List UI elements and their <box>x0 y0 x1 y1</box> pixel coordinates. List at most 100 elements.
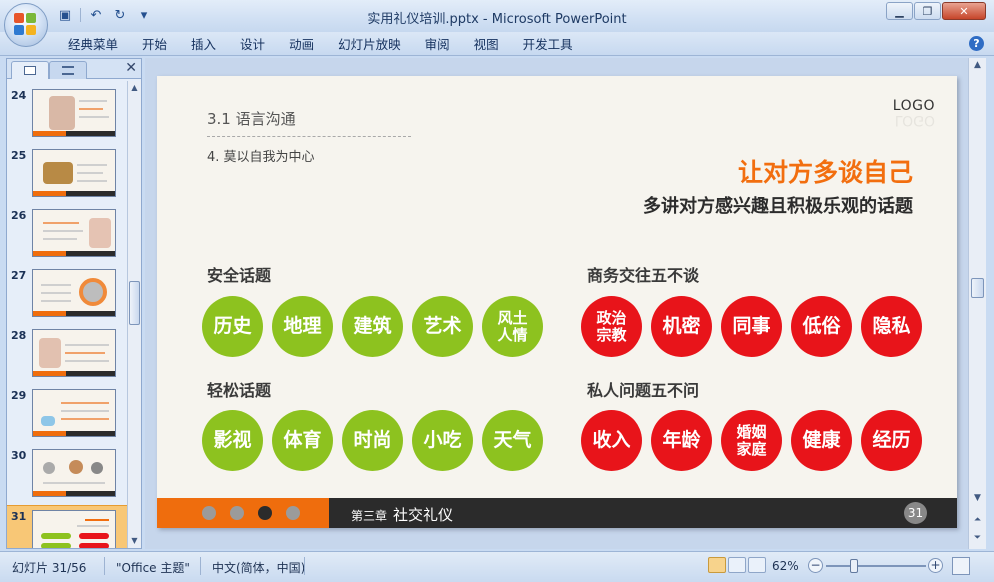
slide-scroll-thumb[interactable] <box>971 278 984 298</box>
thumbnail-number: 25 <box>11 149 27 162</box>
slide-sorter-view-icon[interactable] <box>728 557 746 573</box>
ribbon-tabs: 经典菜单 开始 插入 设计 动画 幻灯片放映 审阅 视图 开发工具 <box>56 36 585 54</box>
tab-design[interactable]: 设计 <box>228 36 277 54</box>
slide-scrollbar[interactable]: ▲ ▼ ⏶ ⏷ <box>968 58 986 549</box>
topic-circle[interactable]: 小吃 <box>412 410 473 471</box>
slides-panel: ✕ 24 25 26 27 28 29 30 31 ▲ ▼ <box>6 58 142 549</box>
scroll-up-arrow-icon[interactable]: ▲ <box>128 81 141 95</box>
tab-view[interactable]: 视图 <box>462 36 511 54</box>
tab-slide-show[interactable]: 幻灯片放映 <box>326 36 413 54</box>
zoom-slider-thumb[interactable] <box>850 559 858 573</box>
tab-classic-menu[interactable]: 经典菜单 <box>56 36 130 54</box>
previous-slide-icon[interactable]: ⏶ <box>969 513 986 527</box>
normal-view-icon[interactable] <box>708 557 726 573</box>
topic-circle[interactable]: 低俗 <box>791 296 852 357</box>
slide-thumbnail-31[interactable]: 31 <box>7 505 127 548</box>
scroll-up-arrow-icon[interactable]: ▲ <box>969 58 986 72</box>
slide-show-view-icon[interactable] <box>748 557 766 573</box>
topic-circle[interactable]: 建筑 <box>342 296 403 357</box>
help-icon[interactable]: ? <box>969 36 984 51</box>
scroll-down-arrow-icon[interactable]: ▼ <box>128 534 141 548</box>
topic-circle[interactable]: 艺术 <box>412 296 473 357</box>
status-separator <box>104 557 105 575</box>
language-indicator[interactable]: 中文(简体，中国) <box>212 559 305 576</box>
slide-thumbnail-27[interactable]: 27 <box>7 265 127 321</box>
ribbon-tab-bar: 经典菜单 开始 插入 设计 动画 幻灯片放映 审阅 视图 开发工具 ? <box>0 32 994 56</box>
panel-scroll-thumb[interactable] <box>129 281 140 325</box>
restore-button[interactable]: ❐ <box>914 2 941 20</box>
theme-name[interactable]: "Office 主题" <box>116 559 190 576</box>
chapter-label: 第三章 社交礼仪 <box>351 504 453 525</box>
thumbnail-number: 28 <box>11 329 27 342</box>
panel-scrollbar[interactable]: ▲ ▼ <box>127 81 141 548</box>
business-topics: 政治 宗教 机密 同事 低俗 隐私 <box>581 296 922 357</box>
topic-circle[interactable]: 体育 <box>272 410 333 471</box>
window-controls: ▁ ❐ ✕ <box>886 2 986 20</box>
topic-circle[interactable]: 地理 <box>272 296 333 357</box>
next-slide-icon[interactable]: ⏷ <box>969 531 986 545</box>
topic-circle[interactable]: 政治 宗教 <box>581 296 642 357</box>
slide-footer: 第三章 社交礼仪 31 <box>157 498 957 528</box>
thumbnail-image <box>32 209 116 257</box>
thumbnail-image <box>32 149 116 197</box>
tab-outline[interactable] <box>49 61 87 79</box>
scroll-down-arrow-icon[interactable]: ▼ <box>969 491 986 505</box>
zoom-level[interactable]: 62% <box>772 559 799 573</box>
business-topics-label: 商务交往五不谈 <box>587 266 700 285</box>
nav-dot-active[interactable] <box>258 506 272 520</box>
topic-circle[interactable]: 婚姻 家庭 <box>721 410 782 471</box>
close-button[interactable]: ✕ <box>942 2 986 20</box>
topic-circle[interactable]: 收入 <box>581 410 642 471</box>
topic-circle[interactable]: 风土 人情 <box>482 296 543 357</box>
footer-nav-bar <box>157 498 329 528</box>
office-button[interactable] <box>4 3 48 47</box>
slide-thumbnail-30[interactable]: 30 <box>7 445 127 501</box>
topic-circle[interactable]: 隐私 <box>861 296 922 357</box>
topic-circle[interactable]: 天气 <box>482 410 543 471</box>
tab-slides[interactable] <box>11 61 49 79</box>
slide-subheadline: 多讲对方感兴趣且积极乐观的话题 <box>643 196 913 217</box>
current-slide[interactable]: 3.1 语言沟通 4. 莫以自我为中心 LOGO LOGO 让对方多谈自己 多讲… <box>157 76 957 528</box>
slide-thumbnail-29[interactable]: 29 <box>7 385 127 441</box>
tab-insert[interactable]: 插入 <box>179 36 228 54</box>
nav-dot[interactable] <box>286 506 300 520</box>
outline-view-icon <box>62 66 74 75</box>
tab-home[interactable]: 开始 <box>130 36 179 54</box>
thumbnail-number: 31 <box>11 510 27 523</box>
topic-circle[interactable]: 机密 <box>651 296 712 357</box>
office-logo-icon <box>14 13 38 37</box>
thumbnail-image <box>32 89 116 137</box>
topic-circle[interactable]: 历史 <box>202 296 263 357</box>
zoom-out-icon[interactable]: − <box>808 558 823 573</box>
window-title: 实用礼仪培训.pptx - Microsoft PowerPoint <box>367 12 627 27</box>
slide-thumbnail-28[interactable]: 28 <box>7 325 127 381</box>
close-panel-icon[interactable]: ✕ <box>125 60 137 76</box>
topic-circle[interactable]: 同事 <box>721 296 782 357</box>
topic-circle[interactable]: 时尚 <box>342 410 403 471</box>
topic-circle[interactable]: 经历 <box>861 410 922 471</box>
topic-circle[interactable]: 年龄 <box>651 410 712 471</box>
slide-thumbnail-26[interactable]: 26 <box>7 205 127 261</box>
slide-thumbnail-25[interactable]: 25 <box>7 145 127 201</box>
thumbnail-number: 27 <box>11 269 27 282</box>
fit-to-window-icon[interactable] <box>952 557 970 575</box>
zoom-in-icon[interactable]: + <box>928 558 943 573</box>
nav-dot[interactable] <box>230 506 244 520</box>
tab-developer[interactable]: 开发工具 <box>511 36 585 54</box>
slide-thumbnail-24[interactable]: 24 <box>7 85 127 141</box>
private-questions-label: 私人问题五不问 <box>587 381 700 400</box>
logo-reflection: LOGO <box>894 112 935 128</box>
minimize-button[interactable]: ▁ <box>886 2 913 20</box>
tab-review[interactable]: 审阅 <box>413 36 462 54</box>
casual-topics: 影视 体育 时尚 小吃 天气 <box>202 410 543 471</box>
tab-animations[interactable]: 动画 <box>277 36 326 54</box>
nav-dot[interactable] <box>202 506 216 520</box>
thumbnail-list: 24 25 26 27 28 29 30 31 <box>7 81 127 548</box>
safe-topics: 历史 地理 建筑 艺术 风土 人情 <box>202 296 543 357</box>
section-title: 3.1 语言沟通 <box>207 110 296 128</box>
topic-circle[interactable]: 影视 <box>202 410 263 471</box>
section-divider <box>207 136 411 137</box>
topic-circle[interactable]: 健康 <box>791 410 852 471</box>
minimize-icon: ▁ <box>895 4 904 18</box>
zoom-slider-track[interactable] <box>826 565 926 567</box>
